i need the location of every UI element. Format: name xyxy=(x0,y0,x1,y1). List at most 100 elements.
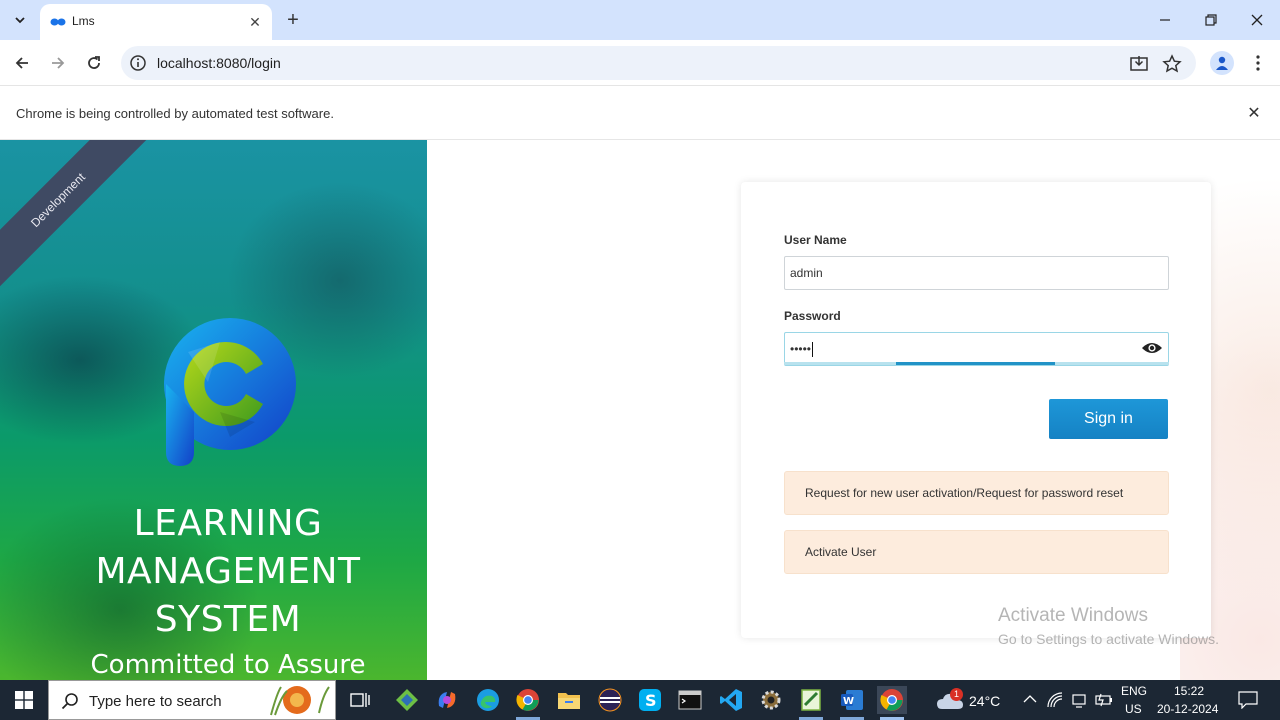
vscode-icon xyxy=(720,689,742,711)
eclipse-icon xyxy=(598,688,622,712)
notifications-icon[interactable] xyxy=(1238,691,1258,709)
infobar-close-icon[interactable]: ✕ xyxy=(1244,103,1264,123)
app-title: LEARNING MANAGEMENT SYSTEM xyxy=(60,500,396,644)
svg-text:W: W xyxy=(843,696,854,707)
request-activation-link[interactable]: Request for new user activation/Request … xyxy=(784,471,1169,515)
taskbar-app-notepad[interactable] xyxy=(797,686,825,714)
chevron-down-icon xyxy=(15,17,25,24)
username-value: admin xyxy=(790,266,823,280)
tab-title: Lms xyxy=(72,14,95,28)
clock-time[interactable]: 15:22 xyxy=(1174,684,1204,698)
forward-button[interactable] xyxy=(45,50,71,76)
browser-menu-button[interactable] xyxy=(1248,52,1268,74)
windows-activation-hint: Go to Settings to activate Windows. xyxy=(998,631,1219,647)
tab-strip: Lms ✕ + xyxy=(0,0,1280,40)
login-card: User Name admin Password ••••• Sign in R… xyxy=(741,182,1211,638)
site-favicon-icon xyxy=(50,18,66,26)
keyboard-layout[interactable]: US xyxy=(1125,702,1142,716)
notepad-icon xyxy=(801,689,821,711)
taskbar-app-chrome[interactable] xyxy=(514,686,542,714)
arrow-left-icon xyxy=(15,57,28,69)
browser-tab[interactable]: Lms ✕ xyxy=(40,4,272,40)
taskbar-app-explorer[interactable] xyxy=(555,686,583,714)
volume-icon[interactable] xyxy=(1071,691,1089,709)
taskbar-app-vscode[interactable] xyxy=(717,686,745,714)
lms-logo xyxy=(164,318,296,466)
title-line-2: MANAGEMENT xyxy=(95,551,361,592)
restore-button[interactable] xyxy=(1188,0,1234,40)
close-window-button[interactable] xyxy=(1234,0,1280,40)
person-icon xyxy=(1216,56,1228,70)
title-line-3: SYSTEM xyxy=(154,599,302,640)
taskbar-app-edge[interactable] xyxy=(474,686,502,714)
password-label: Password xyxy=(784,309,841,323)
automation-infobar: Chrome is being controlled by automated … xyxy=(0,87,1280,140)
login-page: Development LEARNING MANAGEMENT SYSTEM C… xyxy=(0,140,1280,680)
show-password-eye-icon[interactable] xyxy=(1141,340,1163,356)
url-text: localhost:8080/login xyxy=(157,55,281,71)
username-label: User Name xyxy=(784,233,847,247)
clock-date[interactable]: 20-12-2024 xyxy=(1157,702,1218,716)
install-app-icon[interactable] xyxy=(1129,54,1149,74)
infobar-message: Chrome is being controlled by automated … xyxy=(16,106,334,121)
windows-logo-icon xyxy=(15,691,33,709)
taskbar-app-terminal[interactable] xyxy=(676,686,704,714)
taskbar-app-eclipse[interactable] xyxy=(596,686,624,714)
taskbar-app-skype[interactable]: S xyxy=(636,686,664,714)
branding-panel: Development LEARNING MANAGEMENT SYSTEM C… xyxy=(0,140,427,680)
svg-text:S: S xyxy=(645,691,657,710)
environment-ribbon: Development xyxy=(0,140,157,299)
username-field[interactable]: admin xyxy=(784,256,1169,290)
search-placeholder: Type here to search xyxy=(89,693,222,710)
chrome-icon xyxy=(880,689,903,711)
new-tab-button[interactable]: + xyxy=(282,9,304,31)
reload-icon xyxy=(88,56,100,69)
skype-icon: S xyxy=(639,689,661,711)
diamond-app-icon xyxy=(396,689,418,711)
chrome-icon xyxy=(516,689,539,711)
folder-icon xyxy=(558,693,580,709)
chevron-up-icon[interactable] xyxy=(1023,694,1037,704)
minimize-icon xyxy=(1160,19,1170,21)
search-highlight-art-icon xyxy=(270,686,330,716)
back-button[interactable] xyxy=(9,50,35,76)
search-icon xyxy=(61,693,78,710)
text-caret xyxy=(812,342,814,358)
word-icon: W xyxy=(841,690,863,710)
profile-avatar[interactable] xyxy=(1210,51,1234,75)
windows-taskbar: Type here to search S W 1 24°C ENG US 15… xyxy=(0,680,1280,720)
task-view-button[interactable] xyxy=(346,686,374,714)
weather-alert-badge: 1 xyxy=(950,688,963,701)
tab-close-icon[interactable]: ✕ xyxy=(246,13,264,31)
language-code[interactable]: ENG xyxy=(1121,684,1147,698)
browser-toolbar: localhost:8080/login xyxy=(0,40,1280,86)
start-button[interactable] xyxy=(0,680,48,720)
weather-temperature: 24°C xyxy=(969,693,1001,709)
address-bar[interactable]: localhost:8080/login xyxy=(121,46,1196,80)
activate-user-link[interactable]: Activate User xyxy=(784,530,1169,574)
taskbar-search-box[interactable]: Type here to search xyxy=(48,680,336,720)
password-field[interactable]: ••••• xyxy=(784,332,1169,366)
gear-icon xyxy=(761,690,781,710)
windows-activation-title: Activate Windows xyxy=(998,605,1148,626)
copilot-icon xyxy=(438,692,456,708)
taskbar-app-copilot[interactable] xyxy=(433,686,461,714)
taskbar-app-word[interactable]: W xyxy=(838,686,866,714)
bookmark-star-icon[interactable] xyxy=(1162,54,1182,74)
tab-search-button[interactable] xyxy=(8,8,32,32)
wifi-icon[interactable] xyxy=(1046,691,1064,709)
password-value: ••••• xyxy=(790,342,812,356)
minimize-button[interactable] xyxy=(1142,0,1188,40)
terminal-icon xyxy=(678,690,702,710)
reload-button[interactable] xyxy=(81,50,107,76)
taskbar-app-git[interactable] xyxy=(393,686,421,714)
site-info-icon[interactable] xyxy=(129,54,147,72)
edge-icon xyxy=(477,689,499,711)
taskbar-app-settings-tool[interactable] xyxy=(757,686,785,714)
more-vertical-icon xyxy=(1256,55,1260,71)
app-tagline: Committed to Assure xyxy=(90,650,366,680)
sign-in-button[interactable]: Sign in xyxy=(1049,399,1168,439)
arrow-right-icon xyxy=(52,57,65,69)
taskbar-app-chrome-active[interactable] xyxy=(877,686,907,714)
battery-icon[interactable] xyxy=(1094,692,1114,708)
